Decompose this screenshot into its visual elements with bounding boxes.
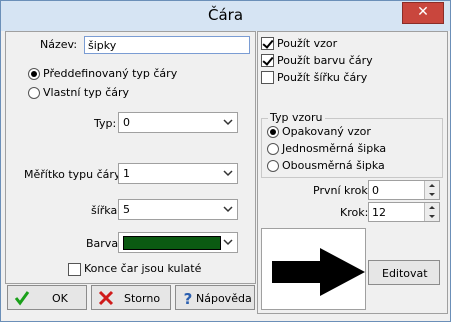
scale-select-value: 1: [123, 167, 130, 180]
step-value: 12: [372, 206, 386, 219]
type-select-value: 0: [123, 116, 130, 129]
spin-down-icon[interactable]: [424, 212, 439, 221]
cancel-button-label: Storno: [124, 292, 161, 305]
type-label: Typ:: [94, 117, 117, 130]
ok-button-label: OK: [52, 292, 68, 305]
first-step-label: První krok:: [313, 184, 372, 197]
x-icon: [98, 290, 114, 306]
name-input[interactable]: šipky: [84, 36, 250, 54]
left-panel: Název: šipky Předdefinovaný typ čáry Vla…: [5, 31, 256, 284]
window-title: Čára: [207, 6, 244, 24]
edit-button-label: Editovat: [382, 267, 428, 280]
chevron-down-icon: [223, 206, 233, 213]
help-button[interactable]: ? Nápověda: [175, 285, 255, 310]
radio-predefined-label[interactable]: Předdefinovaný typ čáry: [43, 67, 177, 80]
radio-repeated[interactable]: [267, 126, 279, 138]
use-color-label[interactable]: Použít barvu čáry: [277, 54, 373, 67]
radio-one-way-arrow[interactable]: [267, 143, 279, 155]
pattern-preview: [261, 228, 366, 310]
radio-custom[interactable]: [28, 87, 40, 99]
ok-button[interactable]: OK: [7, 285, 87, 310]
first-step-value: 0: [372, 184, 379, 197]
pattern-type-title: Typ vzoru: [268, 111, 325, 124]
round-ends-label[interactable]: Konce čar jsou kulaté: [84, 262, 201, 275]
close-button[interactable]: ✕: [402, 2, 444, 24]
close-icon: ✕: [417, 4, 429, 20]
use-width-checkbox[interactable]: [261, 71, 274, 84]
type-select[interactable]: 0: [118, 112, 238, 133]
width-label: šířka:: [91, 204, 121, 217]
radio-repeated-label[interactable]: Opakovaný vzor: [282, 125, 371, 138]
cancel-button[interactable]: Storno: [91, 285, 171, 310]
right-panel: Použít vzor Použít barvu čáry Použít šíř…: [257, 31, 448, 314]
color-label: Barva:: [86, 237, 122, 250]
radio-two-way-arrow-label[interactable]: Obousměrná šipka: [282, 159, 385, 172]
radio-one-way-arrow-label[interactable]: Jednosměrná šipka: [282, 142, 386, 155]
radio-predefined[interactable]: [28, 68, 40, 80]
width-select-value: 5: [123, 203, 130, 216]
step-label: Krok:: [340, 206, 369, 219]
help-button-label: Nápověda: [196, 292, 252, 305]
arrow-right-icon: [272, 248, 365, 296]
chevron-down-icon: [223, 119, 233, 126]
radio-custom-label[interactable]: Vlastní typ čáry: [43, 86, 129, 99]
color-select[interactable]: [118, 232, 238, 253]
scale-label: Měřítko typu čáry:: [24, 168, 124, 181]
name-input-value: šipky: [88, 39, 117, 52]
use-pattern-checkbox[interactable]: [261, 37, 274, 50]
step-spinner[interactable]: 12: [368, 202, 440, 222]
first-step-spinner[interactable]: 0: [368, 180, 440, 200]
checkmark-icon: [14, 291, 30, 306]
use-color-checkbox[interactable]: [261, 54, 274, 67]
use-width-label[interactable]: Použít šířku čáry: [277, 71, 367, 84]
width-select[interactable]: 5: [118, 199, 238, 220]
chevron-down-icon: [223, 239, 233, 246]
dialog-window: Čára ✕ Název: šipky Předdefinovaný typ č…: [0, 0, 451, 322]
edit-button[interactable]: Editovat: [368, 260, 440, 285]
chevron-down-icon: [223, 170, 233, 177]
name-label: Název:: [40, 38, 78, 51]
question-mark-icon: ?: [184, 290, 193, 306]
scale-select[interactable]: 1: [118, 163, 238, 184]
title-bar: Čára ✕: [1, 1, 450, 31]
round-ends-checkbox[interactable]: [68, 263, 81, 276]
radio-two-way-arrow[interactable]: [267, 160, 279, 172]
use-pattern-label[interactable]: Použít vzor: [277, 37, 337, 50]
spin-down-icon[interactable]: [424, 190, 439, 199]
svg-text:?: ?: [184, 290, 193, 306]
color-swatch: [123, 236, 221, 250]
